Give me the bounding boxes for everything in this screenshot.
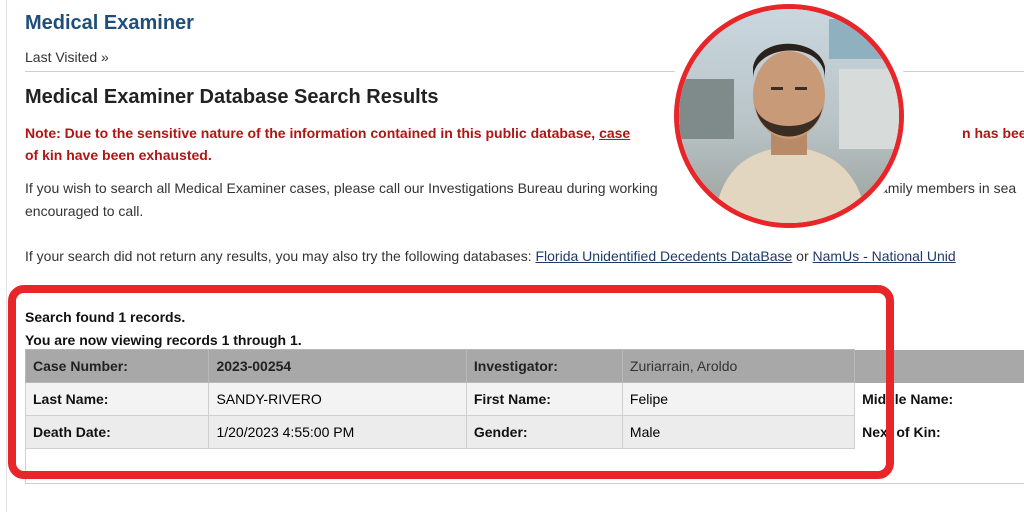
databases-paragraph: If your search did not return any result… — [25, 245, 1024, 268]
left-border — [6, 0, 7, 512]
person-photo — [674, 4, 904, 228]
or-text: or — [792, 248, 813, 264]
results-heading: Medical Examiner Database Search Results — [25, 86, 439, 108]
info-text-tail: amily members in sea — [880, 180, 1017, 196]
page-title: Medical Examiner — [25, 12, 194, 34]
info-text: If you wish to search all Medical Examin… — [25, 180, 658, 196]
person-photo-circle — [666, 0, 912, 236]
note-text-line2: of kin have been exhausted. — [25, 147, 212, 163]
note-link[interactable]: case — [599, 125, 630, 141]
databases-text: If your search did not return any result… — [25, 248, 536, 264]
note-text: Note: Due to the sensitive nature of the… — [25, 125, 600, 141]
highlight-frame — [8, 285, 894, 479]
florida-database-link[interactable]: Florida Unidentified Decedents DataBase — [535, 248, 792, 264]
person-photo-icon — [679, 9, 899, 223]
note-text-tail: n has been notif — [962, 125, 1024, 141]
last-visited-link[interactable]: Last Visited » — [25, 49, 109, 65]
namus-database-link[interactable]: NamUs - National Unid — [813, 248, 956, 264]
info-text-line2: encouraged to call. — [25, 203, 144, 219]
page-container: Medical Examiner Last Visited » Medical … — [0, 0, 1024, 512]
